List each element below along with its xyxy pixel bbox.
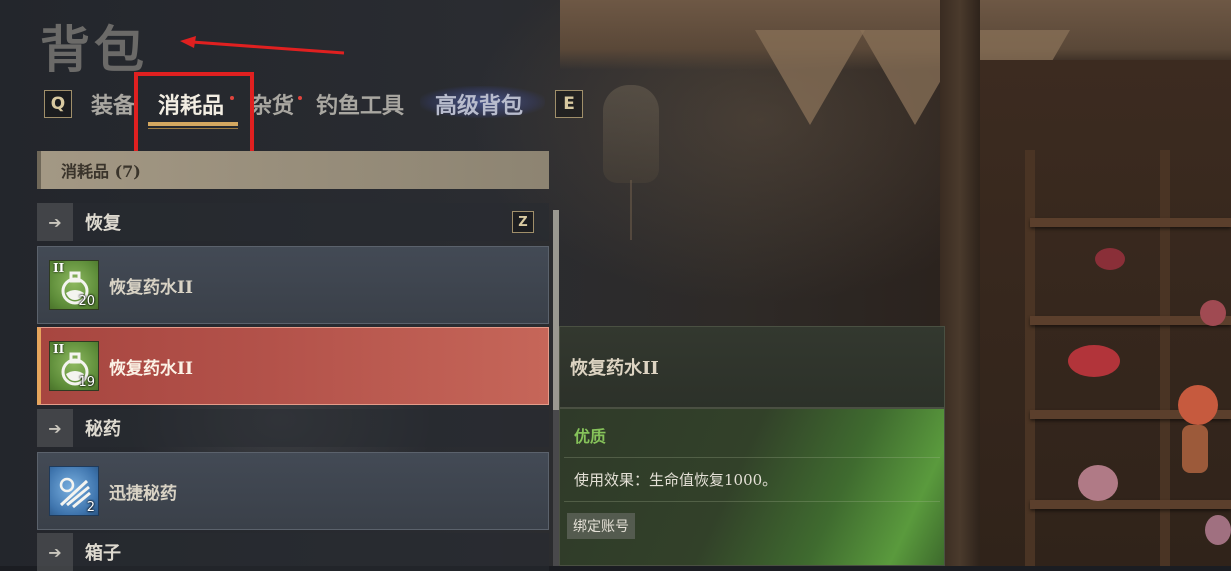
- tooltip-body: 优质 使用效果：生命值恢复1000。 绑定账号: [559, 408, 945, 566]
- list-item[interactable]: 2 迅捷秘药: [37, 452, 549, 530]
- group-row-recovery[interactable]: ➔ 恢复 Z: [37, 203, 549, 241]
- swift-elixir-icon: 2: [49, 466, 99, 516]
- list-item[interactable]: II 20 恢复药水II: [37, 246, 549, 324]
- tab-advanced-bag[interactable]: 高级背包: [435, 88, 523, 120]
- tab-equipment[interactable]: 装备: [91, 88, 135, 120]
- tooltip-item-name: 恢复药水II: [559, 326, 945, 408]
- lantern-decoration: [603, 85, 659, 183]
- item-name: 恢复药水II: [109, 277, 193, 298]
- group-label: 秘药: [85, 419, 121, 440]
- divider: [564, 457, 940, 458]
- group-row-elixir[interactable]: ➔ 秘药: [37, 409, 549, 447]
- annotation-arrow-icon: [180, 36, 345, 55]
- item-tooltip: 恢复药水II 优质 使用效果：生命值恢复1000。 绑定账号: [559, 326, 945, 566]
- potion-icon: II 19: [49, 341, 99, 391]
- new-indicator-dot: [298, 96, 302, 100]
- tooltip-effect: 使用效果：生命值恢复1000。: [574, 471, 778, 489]
- tooltip-grade: 优质: [574, 427, 607, 446]
- category-header: 消耗品 (7): [37, 151, 549, 189]
- tab-misc[interactable]: 杂货: [250, 88, 294, 120]
- expand-arrow-icon[interactable]: ➔: [37, 203, 73, 241]
- group-label: 恢复: [85, 213, 121, 234]
- item-name: 恢复药水II: [109, 358, 193, 379]
- list-item-selected[interactable]: II 19 恢复药水II: [37, 327, 549, 405]
- item-count: 2: [86, 500, 95, 515]
- annotation-highlight-box: [134, 72, 254, 156]
- item-count: 19: [78, 375, 95, 390]
- expand-arrow-icon[interactable]: ➔: [37, 409, 73, 447]
- binding-badge: 绑定账号: [567, 513, 635, 539]
- item-count: 20: [78, 294, 95, 309]
- group-hotkey: Z: [512, 211, 534, 233]
- page-title: 背包: [40, 20, 148, 79]
- potion-icon: II 20: [49, 260, 99, 310]
- group-row-box[interactable]: ➔ 箱子: [37, 533, 549, 571]
- item-name: 迅捷秘药: [109, 483, 177, 504]
- prev-tab-key[interactable]: Q: [44, 90, 72, 118]
- next-tab-key[interactable]: E: [555, 90, 583, 118]
- group-label: 箱子: [85, 543, 121, 564]
- expand-arrow-icon[interactable]: ➔: [37, 533, 73, 571]
- tab-fishing-tools[interactable]: 钓鱼工具: [316, 88, 404, 120]
- item-tier: II: [53, 261, 65, 275]
- divider: [564, 501, 940, 502]
- item-tier: II: [53, 342, 65, 356]
